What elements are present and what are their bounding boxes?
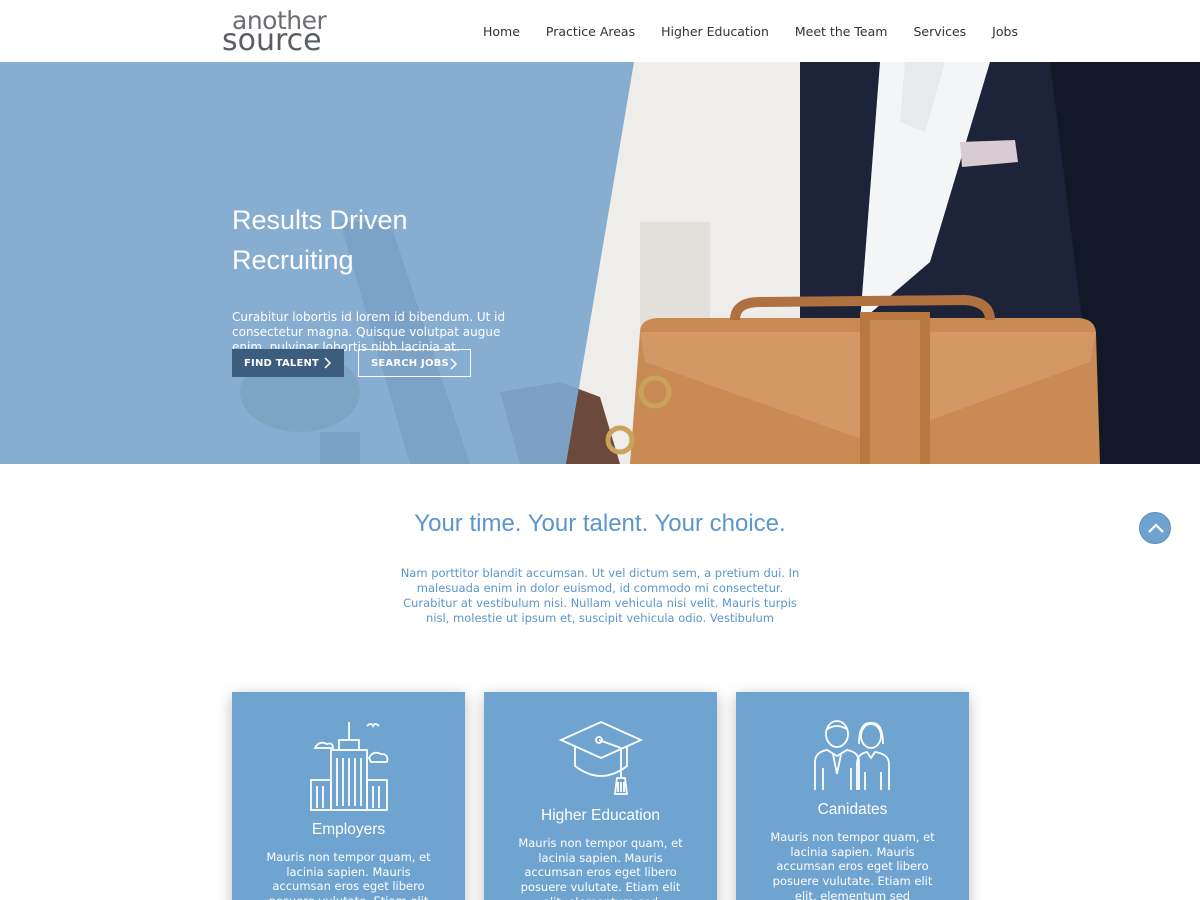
card-description: Mauris non tempor quam, et lacinia sapie… bbox=[266, 850, 431, 900]
people-icon bbox=[736, 720, 969, 792]
nav-home[interactable]: Home bbox=[483, 24, 520, 39]
card-title: Higher Education bbox=[541, 807, 660, 824]
search-jobs-button[interactable]: SEARCH JOBS bbox=[358, 349, 471, 377]
hero-blue-overlay bbox=[0, 62, 634, 464]
card-employers[interactable]: Employers Mauris non tempor quam, et lac… bbox=[232, 692, 465, 900]
logo-bottom-text: source bbox=[222, 23, 322, 58]
intro-description: Nam porttitor blandit accumsan. Ut vel d… bbox=[400, 566, 800, 625]
chevron-up-icon bbox=[1148, 523, 1164, 533]
nav-services[interactable]: Services bbox=[913, 24, 966, 39]
card-higher-education[interactable]: Higher Education Mauris non tempor quam,… bbox=[484, 692, 717, 900]
nav-higher-education[interactable]: Higher Education bbox=[661, 24, 769, 39]
hero-banner: Results Driven Recruiting Curabitur lobo… bbox=[0, 62, 1200, 464]
graduation-cap-icon bbox=[484, 720, 717, 800]
nav-meet-the-team[interactable]: Meet the Team bbox=[795, 24, 888, 39]
search-jobs-label: SEARCH JOBS bbox=[371, 357, 449, 369]
card-title: Canidates bbox=[817, 801, 888, 818]
find-talent-button[interactable]: FIND TALENT bbox=[232, 349, 344, 377]
site-header: another source Home Practice Areas Highe… bbox=[0, 0, 1200, 62]
logo[interactable]: another source bbox=[222, 4, 332, 58]
card-description: Mauris non tempor quam, et lacinia sapie… bbox=[770, 830, 935, 900]
intro-title: Your time. Your talent. Your choice. bbox=[414, 510, 786, 537]
city-buildings-icon bbox=[232, 720, 465, 812]
nav-jobs[interactable]: Jobs bbox=[992, 24, 1018, 39]
card-description: Mauris non tempor quam, et lacinia sapie… bbox=[518, 836, 683, 900]
card-title: Employers bbox=[311, 821, 386, 838]
chevron-right-icon bbox=[450, 358, 458, 370]
main-nav: Home Practice Areas Higher Education Mee… bbox=[470, 0, 1031, 62]
hero-title-line2: Recruiting bbox=[232, 245, 354, 275]
hero-title: Results Driven Recruiting bbox=[232, 200, 552, 280]
card-candidates[interactable]: Canidates Mauris non tempor quam, et lac… bbox=[736, 692, 969, 900]
nav-practice-areas[interactable]: Practice Areas bbox=[546, 24, 635, 39]
hero-title-line1: Results Driven bbox=[232, 205, 408, 235]
chevron-right-icon bbox=[324, 357, 332, 369]
scroll-to-top-button[interactable] bbox=[1139, 512, 1171, 544]
find-talent-label: FIND TALENT bbox=[244, 357, 320, 369]
